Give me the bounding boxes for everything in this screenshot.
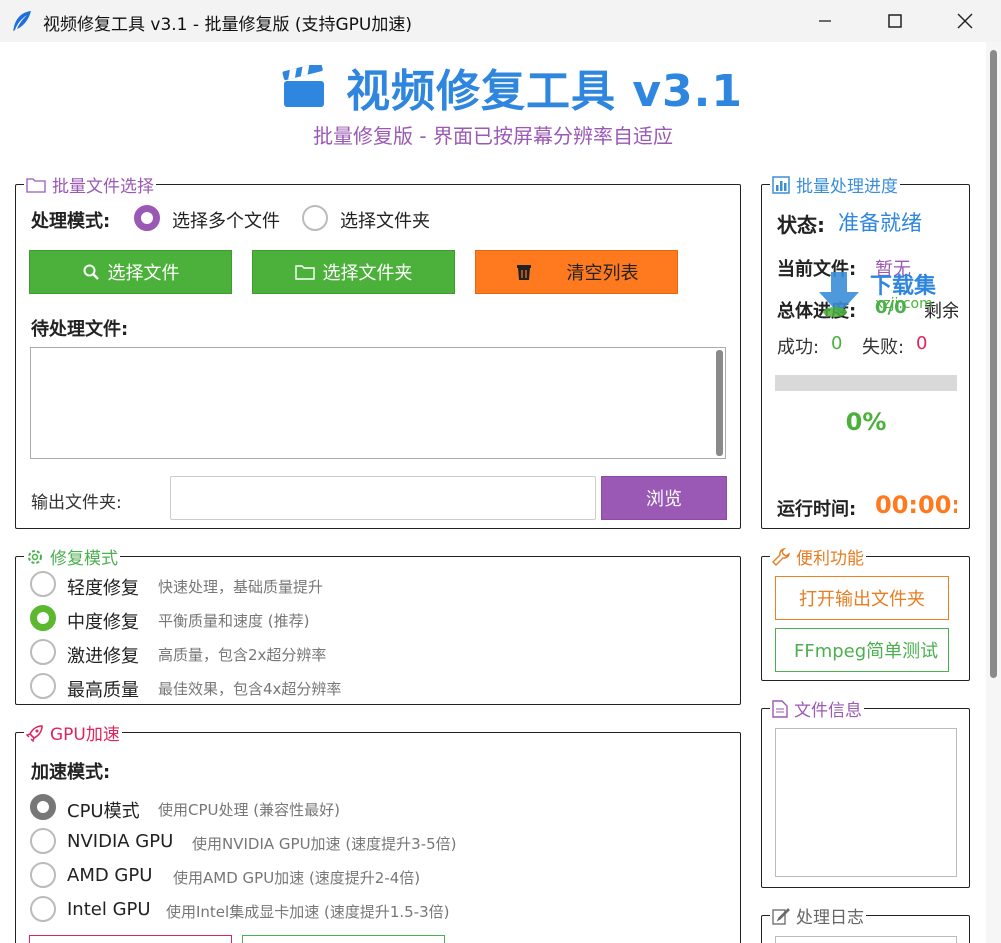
radio-medium-repair[interactable]	[30, 605, 56, 631]
browse-button[interactable]: 浏览	[601, 476, 727, 520]
folder-icon	[294, 265, 315, 280]
title-bar: 视频修复工具 v3.1 - 批量修复版 (支持GPU加速)	[0, 0, 1001, 42]
best-quality-desc: 最佳效果，包含4x超分辨率	[158, 680, 342, 698]
file-info-text[interactable]	[775, 728, 957, 877]
status-value: 准备就绪	[838, 211, 922, 235]
trash-icon	[516, 265, 531, 280]
gpu-legend: GPU加速	[50, 725, 120, 745]
repair-legend: 修复模式	[50, 549, 118, 569]
cpu-mode-label[interactable]: CPU模式	[67, 797, 140, 823]
open-output-folder-button[interactable]: 打开输出文件夹	[775, 576, 949, 620]
clear-list-label: 清空列表	[566, 263, 639, 284]
medium-repair-label[interactable]: 中度修复	[67, 608, 139, 634]
radio-amd-gpu[interactable]	[30, 862, 56, 888]
select-folder-button[interactable]: 选择文件夹	[252, 250, 455, 294]
amd-gpu-label[interactable]: AMD GPU	[67, 865, 152, 886]
select-files-button[interactable]: 选择文件	[29, 250, 232, 294]
runtime-label: 运行时间:	[777, 499, 857, 520]
radio-best-quality[interactable]	[30, 673, 56, 699]
select-files-label: 选择文件	[107, 263, 180, 284]
minimize-button[interactable]	[790, 0, 860, 42]
scrollbar-thumb[interactable]	[990, 50, 997, 678]
log-legend: 处理日志	[796, 908, 864, 928]
select-folder-label: 选择文件夹	[322, 263, 413, 284]
batch-legend: 批量文件选择	[52, 177, 154, 197]
progress-percent: 0%	[845, 408, 887, 436]
log-text[interactable]	[775, 936, 957, 943]
maximize-icon	[888, 14, 902, 28]
accel-mode-label: 加速模式:	[31, 762, 111, 783]
edit-icon	[772, 907, 790, 925]
pending-list-scrollbar[interactable]	[716, 350, 723, 456]
output-folder-input[interactable]	[170, 476, 596, 520]
window-scrollbar[interactable]	[986, 42, 1001, 943]
pending-files-list[interactable]	[30, 347, 726, 459]
close-button[interactable]	[930, 0, 1000, 42]
success-value: 0	[831, 333, 843, 354]
app-title: 视频修复工具 v3.1	[346, 66, 743, 117]
gpu-action-button-2[interactable]	[242, 935, 445, 943]
radio-multi-files-label[interactable]: 选择多个文件	[172, 207, 280, 233]
watermark-sub: xzji.com	[875, 296, 933, 312]
app-subtitle: 批量修复版 - 界面已按屏幕分辨率自适应	[313, 124, 673, 148]
file-info-legend: 文件信息	[794, 701, 862, 721]
best-quality-label[interactable]: 最高质量	[67, 676, 139, 702]
intel-gpu-label[interactable]: Intel GPU	[67, 899, 151, 920]
app-header: 视频修复工具 v3.1	[282, 56, 743, 118]
radio-multi-files[interactable]	[134, 205, 160, 231]
clear-list-button[interactable]: 清空列表	[475, 250, 678, 294]
amd-gpu-desc: 使用AMD GPU加速 (速度提升2-4倍)	[173, 869, 421, 887]
status-label: 状态:	[777, 213, 825, 237]
search-icon	[83, 264, 99, 280]
nvidia-gpu-desc: 使用NVIDIA GPU加速 (速度提升3-5倍)	[192, 835, 457, 853]
progress-legend: 批量处理进度	[796, 177, 898, 197]
medium-repair-desc: 平衡质量和速度 (推荐)	[158, 612, 310, 630]
ffmpeg-test-button[interactable]: FFmpeg简单测试	[775, 628, 949, 672]
fail-value: 0	[916, 333, 928, 354]
document-icon	[772, 699, 788, 718]
ffmpeg-test-label: FFmpeg简单测试	[794, 641, 939, 662]
output-folder-label: 输出文件夹:	[31, 493, 122, 513]
open-output-folder-label: 打开输出文件夹	[799, 589, 925, 610]
convenience-legend: 便利功能	[796, 549, 864, 569]
watermark: 下载集 xzji.com	[815, 268, 955, 324]
maximize-button[interactable]	[860, 0, 930, 42]
success-label: 成功:	[777, 337, 820, 358]
rocket-icon	[26, 724, 43, 742]
light-repair-label[interactable]: 轻度修复	[67, 574, 139, 600]
browse-label: 浏览	[646, 489, 682, 510]
wrench-icon	[772, 547, 790, 566]
window-title: 视频修复工具 v3.1 - 批量修复版 (支持GPU加速)	[43, 15, 412, 35]
gear-icon	[28, 549, 42, 564]
progress-bar	[775, 375, 957, 391]
radio-cpu-mode[interactable]	[30, 794, 56, 820]
pending-files-label: 待处理文件:	[31, 319, 129, 340]
radio-nvidia-gpu[interactable]	[30, 828, 56, 854]
light-repair-desc: 快速处理，基础质量提升	[158, 578, 324, 596]
radio-aggressive-repair[interactable]	[30, 639, 56, 665]
radio-folder[interactable]	[302, 205, 328, 231]
radio-folder-label[interactable]: 选择文件夹	[340, 207, 430, 233]
cpu-mode-desc: 使用CPU处理 (兼容性最好)	[158, 801, 340, 819]
aggressive-repair-desc: 高质量，包含2x超分辨率	[158, 646, 327, 664]
download-arrow-icon	[819, 272, 859, 317]
radio-intel-gpu[interactable]	[30, 896, 56, 922]
process-mode-label: 处理模式:	[31, 211, 111, 232]
runtime-value: 00:00:0	[875, 491, 957, 519]
fail-label: 失败:	[862, 337, 905, 358]
bar-chart-icon	[772, 175, 790, 194]
aggressive-repair-label[interactable]: 激进修复	[67, 642, 139, 668]
clapperboard-icon	[282, 65, 324, 107]
feather-icon	[13, 11, 31, 31]
nvidia-gpu-label[interactable]: NVIDIA GPU	[67, 831, 173, 852]
folder-icon	[26, 177, 46, 193]
gpu-action-button-1[interactable]	[29, 935, 232, 943]
minimize-icon	[819, 20, 831, 22]
close-icon	[957, 13, 973, 29]
radio-light-repair[interactable]	[30, 571, 56, 597]
intel-gpu-desc: 使用Intel集成显卡加速 (速度提升1.5-3倍)	[166, 903, 450, 921]
